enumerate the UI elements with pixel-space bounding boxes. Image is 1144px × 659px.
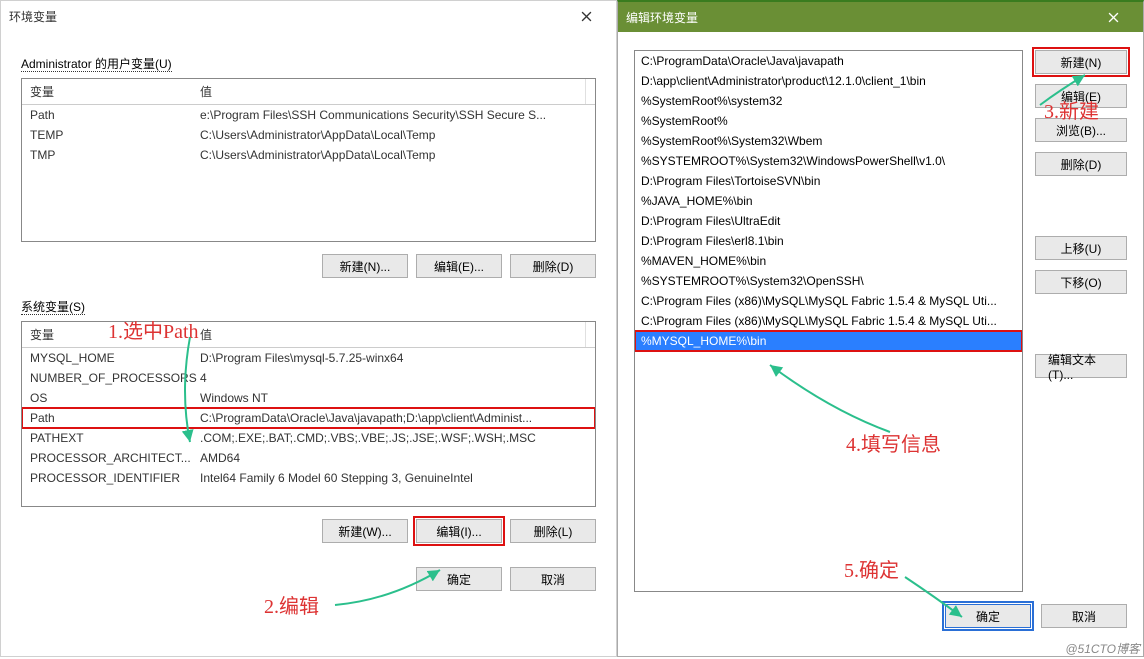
list-item[interactable]: %MYSQL_HOME%\bin [635,331,1022,351]
var-name: TMP [30,148,200,162]
var-name: PATHEXT [30,431,200,445]
var-value: Intel64 Family 6 Model 60 Stepping 3, Ge… [200,471,587,485]
cancel-button[interactable]: 取消 [1041,604,1127,628]
user-vars-buttons: 新建(N)... 编辑(E)... 删除(D) [21,254,596,278]
delete-button[interactable]: 删除(D) [1035,152,1127,176]
var-name: Path [30,108,200,122]
env-vars-body: Administrator 的用户变量(U) 变量 值 Pathe:\Progr… [1,31,616,591]
path-list[interactable]: C:\ProgramData\Oracle\Java\javapathD:\ap… [634,50,1023,592]
list-item[interactable]: D:\Program Files\erl8.1\bin [635,231,1022,251]
col-val: 值 [192,79,585,104]
move-up-button[interactable]: 上移(U) [1035,236,1127,260]
table-row[interactable]: PathC:\ProgramData\Oracle\Java\javapath;… [22,408,595,428]
user-vars-table[interactable]: 变量 值 Pathe:\Program Files\SSH Communicat… [21,78,596,242]
list-item[interactable]: %SystemRoot%\system32 [635,91,1022,111]
var-value: C:\ProgramData\Oracle\Java\javapath;D:\a… [200,411,587,425]
list-item[interactable]: C:\Program Files (x86)\MySQL\MySQL Fabri… [635,291,1022,311]
table-row[interactable]: PROCESSOR_ARCHITECT...AMD64 [22,448,595,468]
var-value: e:\Program Files\SSH Communications Secu… [200,108,587,122]
list-item[interactable]: C:\Program Files (x86)\MySQL\MySQL Fabri… [635,311,1022,331]
edit-button[interactable]: 编辑(E) [1035,84,1127,108]
list-item[interactable]: D:\app\client\Administrator\product\12.1… [635,71,1022,91]
ok-button[interactable]: 确定 [416,567,502,591]
col-var: 变量 [22,79,192,104]
var-value: Windows NT [200,391,587,405]
var-value: .COM;.EXE;.BAT;.CMD;.VBS;.VBE;.JS;.JSE;.… [200,431,587,445]
table-row[interactable]: MYSQL_HOMED:\Program Files\mysql-5.7.25-… [22,348,595,368]
list-item[interactable]: D:\Program Files\UltraEdit [635,211,1022,231]
new-button[interactable]: 新建(N) [1035,50,1127,74]
table-row[interactable]: TMPC:\Users\Administrator\AppData\Local\… [22,145,595,165]
table-header: 变量 值 [22,79,595,105]
env-vars-window: 环境变量 Administrator 的用户变量(U) 变量 值 Pathe:\… [0,0,617,657]
watermark: @51CTO博客 [1065,640,1140,657]
dialog-bottom-buttons: 确定 取消 [21,567,596,591]
list-item[interactable]: %JAVA_HOME%\bin [635,191,1022,211]
edit-env-content: C:\ProgramData\Oracle\Java\javapathD:\ap… [618,32,1143,592]
var-name: Path [30,411,200,425]
col-val: 值 [192,322,585,347]
env-vars-title: 环境变量 [9,8,564,25]
table-row[interactable]: PROCESSOR_IDENTIFIERIntel64 Family 6 Mod… [22,468,595,488]
var-name: OS [30,391,200,405]
table-row[interactable]: NUMBER_OF_PROCESSORS4 [22,368,595,388]
table-row[interactable]: Pathe:\Program Files\SSH Communications … [22,105,595,125]
edit-env-window: 编辑环境变量 C:\ProgramData\Oracle\Java\javapa… [617,0,1144,657]
side-buttons: 新建(N) 编辑(E) 浏览(B)... 删除(D) 上移(U) 下移(O) 编… [1035,50,1127,592]
var-name: PROCESSOR_ARCHITECT... [30,451,200,465]
user-delete-button[interactable]: 删除(D) [510,254,596,278]
close-icon[interactable] [1091,2,1135,32]
sys-vars-table[interactable]: 变量 值 MYSQL_HOMED:\Program Files\mysql-5.… [21,321,596,507]
var-value: C:\Users\Administrator\AppData\Local\Tem… [200,128,587,142]
user-edit-button[interactable]: 编辑(E)... [416,254,502,278]
table-row[interactable]: TEMPC:\Users\Administrator\AppData\Local… [22,125,595,145]
var-name: NUMBER_OF_PROCESSORS [30,371,200,385]
user-new-button[interactable]: 新建(N)... [322,254,408,278]
sys-edit-button[interactable]: 编辑(I)... [416,519,502,543]
list-item[interactable]: C:\ProgramData\Oracle\Java\javapath [635,51,1022,71]
list-item[interactable]: %SYSTEMROOT%\System32\OpenSSH\ [635,271,1022,291]
table-header: 变量 值 [22,322,595,348]
var-value: AMD64 [200,451,587,465]
var-name: PROCESSOR_IDENTIFIER [30,471,200,485]
edit-text-button[interactable]: 编辑文本(T)... [1035,354,1127,378]
list-item[interactable]: D:\Program Files\TortoiseSVN\bin [635,171,1022,191]
close-icon[interactable] [564,1,608,31]
sys-vars-buttons: 新建(W)... 编辑(I)... 删除(L) [21,519,596,543]
sys-vars-label: 系统变量(S) [21,298,596,315]
var-name: MYSQL_HOME [30,351,200,365]
list-item[interactable]: %SystemRoot%\System32\Wbem [635,131,1022,151]
browse-button[interactable]: 浏览(B)... [1035,118,1127,142]
edit-env-title: 编辑环境变量 [626,9,1091,26]
table-row[interactable]: OSWindows NT [22,388,595,408]
var-value: C:\Users\Administrator\AppData\Local\Tem… [200,148,587,162]
user-vars-label: Administrator 的用户变量(U) [21,55,596,72]
var-name: TEMP [30,128,200,142]
var-value: 4 [200,371,587,385]
var-value: D:\Program Files\mysql-5.7.25-winx64 [200,351,587,365]
sys-delete-button[interactable]: 删除(L) [510,519,596,543]
list-item[interactable]: %SystemRoot% [635,111,1022,131]
edit-env-titlebar: 编辑环境变量 [618,2,1143,32]
cancel-button[interactable]: 取消 [510,567,596,591]
edit-env-bottom-buttons: 确定 取消 [618,592,1143,640]
sys-new-button[interactable]: 新建(W)... [322,519,408,543]
list-item[interactable]: %SYSTEMROOT%\System32\WindowsPowerShell\… [635,151,1022,171]
col-var: 变量 [22,322,192,347]
move-down-button[interactable]: 下移(O) [1035,270,1127,294]
list-item[interactable]: %MAVEN_HOME%\bin [635,251,1022,271]
table-row[interactable]: PATHEXT.COM;.EXE;.BAT;.CMD;.VBS;.VBE;.JS… [22,428,595,448]
ok-button[interactable]: 确定 [945,604,1031,628]
env-vars-titlebar: 环境变量 [1,1,616,31]
